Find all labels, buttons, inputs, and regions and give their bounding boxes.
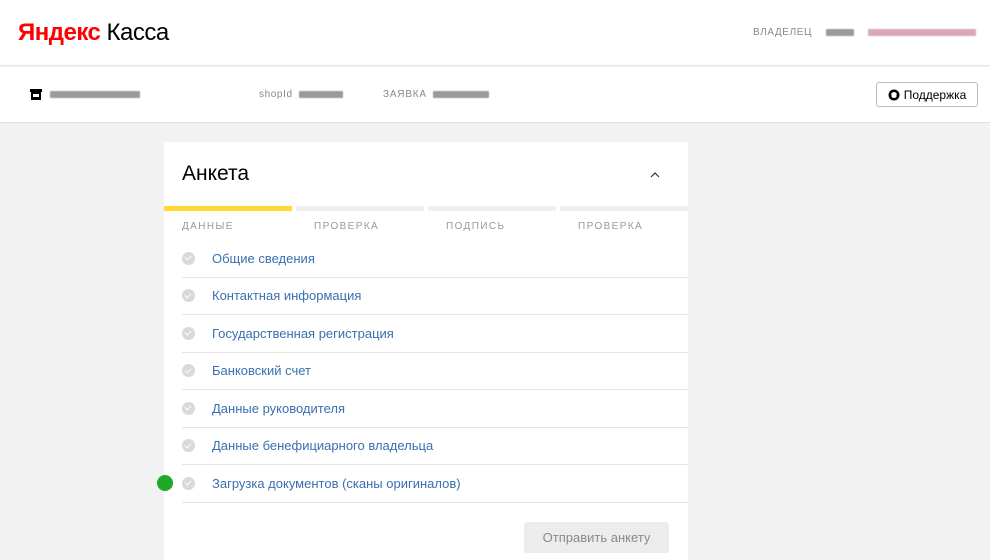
shop-bar: shopId ЗАЯВКА bbox=[0, 67, 990, 123]
chevron-up-icon[interactable] bbox=[648, 168, 662, 182]
logo-product: Касса bbox=[106, 19, 170, 46]
section-item-beneficiary[interactable]: Данные бенефициарного владельца bbox=[182, 428, 688, 465]
top-header: Яндекс Касса ВЛАДЕЛЕЦ bbox=[0, 0, 990, 66]
support-label: Поддержка bbox=[903, 87, 967, 102]
section-item-registration[interactable]: Государственная регистрация bbox=[182, 315, 688, 353]
section-link[interactable]: Государственная регистрация bbox=[212, 326, 394, 341]
support-headset-icon bbox=[888, 89, 900, 100]
section-item-general[interactable]: Общие сведения bbox=[182, 240, 688, 278]
section-item-documents[interactable]: Загрузка документов (сканы оригиналов) bbox=[182, 465, 688, 503]
owner-email-redacted[interactable] bbox=[868, 29, 976, 36]
application-value-redacted bbox=[432, 91, 489, 98]
check-circle-icon bbox=[182, 364, 195, 378]
check-circle-icon bbox=[182, 401, 195, 415]
check-circle-icon bbox=[182, 326, 195, 340]
section-item-director[interactable]: Данные руководителя bbox=[182, 390, 688, 428]
shop-icon bbox=[30, 89, 42, 100]
step-label: ДАННЫЕ bbox=[182, 221, 234, 232]
progress-steps bbox=[164, 206, 688, 211]
check-circle-icon bbox=[182, 251, 195, 265]
step-labels: ДАННЫЕ ПРОВЕРКА ПОДПИСЬ ПРОВЕРКА bbox=[164, 221, 688, 232]
section-item-contacts[interactable]: Контактная информация bbox=[182, 278, 688, 315]
owner-id-redacted bbox=[826, 29, 854, 36]
owner-info: ВЛАДЕЛЕЦ bbox=[753, 27, 976, 38]
check-circle-icon bbox=[182, 439, 195, 453]
section-link[interactable]: Данные руководителя bbox=[212, 401, 345, 416]
section-link[interactable]: Данные бенефициарного владельца bbox=[212, 438, 433, 453]
owner-label: ВЛАДЕЛЕЦ bbox=[753, 27, 812, 38]
step-label: ПОДПИСЬ bbox=[446, 221, 506, 232]
status-indicator-dot bbox=[157, 475, 173, 491]
check-circle-icon bbox=[182, 476, 195, 490]
section-item-bank-account[interactable]: Банковский счет bbox=[182, 353, 688, 390]
step-label: ПРОВЕРКА bbox=[314, 221, 380, 232]
step-segment-review bbox=[560, 206, 688, 211]
step-segment-data bbox=[164, 206, 292, 211]
shopid-info: shopId bbox=[259, 89, 343, 100]
section-link[interactable]: Контактная информация bbox=[212, 288, 361, 303]
questionnaire-card: Анкета ДАННЫЕ ПРОВЕРКА ПОДПИСЬ ПРОВЕРКА … bbox=[164, 142, 688, 560]
logo-brand: Яндекс bbox=[18, 19, 101, 46]
section-link[interactable]: Банковский счет bbox=[212, 363, 311, 378]
application-label: ЗАЯВКА bbox=[383, 89, 427, 100]
section-list: Общие сведения Контактная информация Гос… bbox=[164, 240, 688, 503]
check-circle-icon bbox=[182, 289, 195, 303]
step-label: ПРОВЕРКА bbox=[578, 221, 644, 232]
section-link[interactable]: Загрузка документов (сканы оригиналов) bbox=[212, 476, 461, 491]
section-link[interactable]: Общие сведения bbox=[212, 251, 315, 266]
step-segment-sign bbox=[428, 206, 556, 211]
step-segment-check bbox=[296, 206, 424, 211]
yandex-kassa-logo[interactable]: Яндекс Касса bbox=[18, 19, 169, 47]
shopid-value-redacted bbox=[298, 91, 343, 98]
shopid-label: shopId bbox=[259, 89, 293, 100]
support-button[interactable]: Поддержка bbox=[876, 82, 978, 107]
card-title: Анкета bbox=[182, 162, 250, 185]
application-info: ЗАЯВКА bbox=[383, 89, 489, 100]
submit-questionnaire-button[interactable]: Отправить анкету bbox=[524, 522, 669, 553]
shop-name-redacted bbox=[50, 91, 140, 98]
